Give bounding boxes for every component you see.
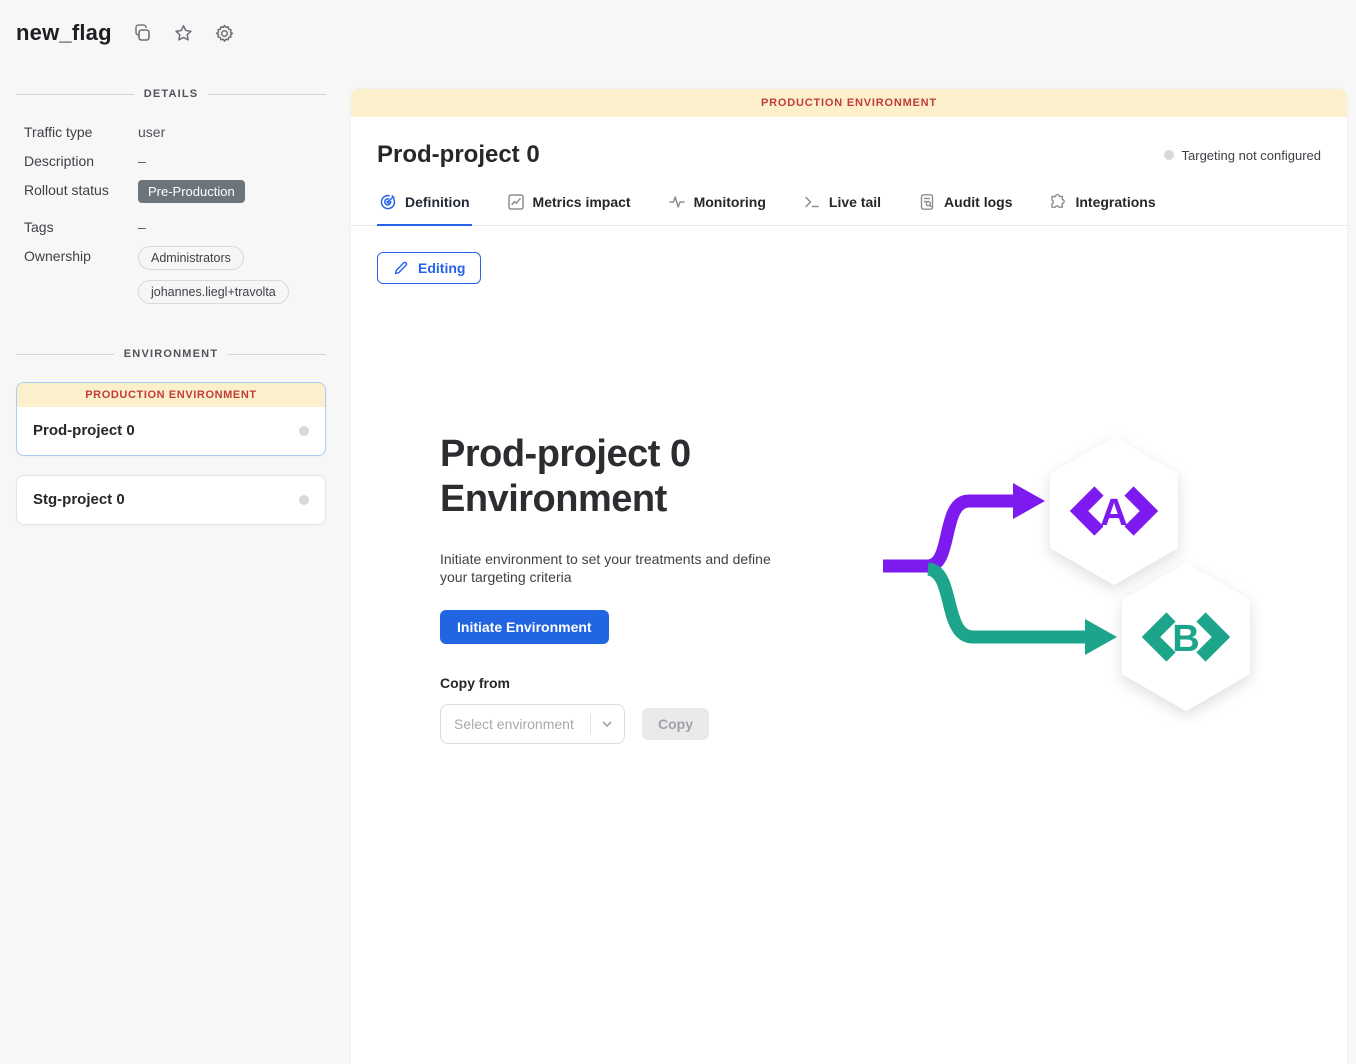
treatment-b-arrow [928, 569, 1117, 655]
copy-from-label: Copy from [440, 675, 815, 691]
production-environment-banner: PRODUCTION ENVIRONMENT [351, 89, 1347, 117]
production-environment-banner: PRODUCTION ENVIRONMENT [17, 383, 325, 407]
puzzle-icon [1049, 193, 1067, 211]
detail-label: Rollout status [24, 180, 138, 198]
copy-button[interactable]: Copy [642, 708, 709, 740]
pencil-icon [393, 260, 409, 276]
detail-label: Ownership [24, 246, 138, 264]
select-divider [590, 714, 591, 734]
star-icon[interactable] [173, 23, 194, 44]
select-placeholder: Select environment [454, 716, 586, 732]
tab-monitoring[interactable]: Monitoring [666, 189, 768, 225]
hero-description: Initiate environment to set your treatme… [440, 550, 798, 587]
hero-text-column: Prod-project 0 Environment Initiate envi… [440, 432, 815, 744]
editing-button-label: Editing [418, 260, 465, 276]
environment-title: Prod-project 0 [377, 141, 540, 169]
hero-title: Prod-project 0 Environment [440, 432, 815, 522]
chevron-down-icon [600, 717, 614, 731]
terminal-icon [803, 193, 821, 211]
environment-select[interactable]: Select environment [440, 704, 625, 744]
status-label: Targeting not configured [1182, 148, 1321, 163]
gear-icon[interactable] [214, 23, 235, 44]
tab-bar: Definition Metrics impact Monitoring [351, 189, 1347, 226]
main-header: Prod-project 0 Targeting not configured [351, 117, 1347, 189]
tab-label: Integrations [1075, 194, 1155, 210]
detail-row-tags: Tags – [24, 217, 326, 235]
env-card-body: Prod-project 0 [17, 407, 325, 455]
detail-label: Description [24, 151, 138, 169]
tab-label: Metrics impact [533, 194, 631, 210]
tab-label: Live tail [829, 194, 881, 210]
env-card-prod-project-0[interactable]: PRODUCTION ENVIRONMENT Prod-project 0 [16, 382, 326, 456]
detail-value: – [138, 151, 146, 169]
ownership-chips: Administrators johannes.liegl+travolta [138, 246, 289, 304]
status-dot [1164, 150, 1174, 160]
tab-label: Definition [405, 194, 470, 210]
detail-value: user [138, 122, 165, 140]
env-status-dot [299, 495, 309, 505]
detail-label: Traffic type [24, 122, 138, 140]
environment-section: ENVIRONMENT PRODUCTION ENVIRONMENT Prod-… [16, 348, 326, 525]
env-card-body: Stg-project 0 [17, 476, 325, 524]
tab-label: Audit logs [944, 194, 1012, 210]
target-icon [379, 193, 397, 211]
pulse-icon [668, 193, 686, 211]
owner-chip[interactable]: johannes.liegl+travolta [138, 280, 289, 304]
main-panel: PRODUCTION ENVIRONMENT Prod-project 0 Ta… [351, 89, 1347, 1064]
detail-row-ownership: Ownership Administrators johannes.liegl+… [24, 246, 326, 304]
environment-hero: Prod-project 0 Environment Initiate envi… [440, 432, 1347, 744]
targeting-status: Targeting not configured [1164, 148, 1321, 163]
rollout-status-badge: Pre-Production [138, 180, 245, 203]
ab-split-illustration: A B [873, 420, 1263, 744]
editing-button[interactable]: Editing [377, 252, 481, 284]
copy-from-controls: Select environment Copy [440, 704, 815, 744]
treatment-a-arrow [883, 483, 1045, 566]
chart-icon [507, 193, 525, 211]
env-status-dot [299, 426, 309, 436]
env-card-stg-project-0[interactable]: Stg-project 0 [16, 475, 326, 525]
details-section-title: DETAILS [144, 88, 199, 100]
environment-section-header: ENVIRONMENT [16, 348, 326, 360]
tab-audit-logs[interactable]: Audit logs [916, 189, 1014, 225]
detail-value: – [138, 217, 146, 235]
details-rows: Traffic type user Description – Rollout … [16, 122, 326, 304]
audit-log-icon [918, 193, 936, 211]
env-card-name: Stg-project 0 [33, 491, 125, 508]
sidebar: DETAILS Traffic type user Description – … [0, 80, 351, 1064]
treatment-a-letter: A [1100, 492, 1127, 534]
treatment-b-letter: B [1172, 618, 1199, 660]
initiate-environment-button[interactable]: Initiate Environment [440, 610, 609, 644]
env-card-name: Prod-project 0 [33, 422, 135, 439]
flag-header: new_flag [0, 0, 351, 46]
environment-section-title: ENVIRONMENT [124, 348, 218, 360]
detail-label: Tags [24, 217, 138, 235]
copy-name-icon[interactable] [132, 23, 153, 44]
owner-chip[interactable]: Administrators [138, 246, 244, 270]
tab-label: Monitoring [694, 194, 766, 210]
detail-row-traffic-type: Traffic type user [24, 122, 326, 140]
flag-title: new_flag [16, 20, 112, 46]
tab-definition[interactable]: Definition [377, 189, 472, 225]
detail-row-rollout-status: Rollout status Pre-Production [24, 180, 326, 203]
detail-row-description: Description – [24, 151, 326, 169]
tab-live-tail[interactable]: Live tail [801, 189, 883, 225]
tab-integrations[interactable]: Integrations [1047, 189, 1157, 225]
tab-metrics-impact[interactable]: Metrics impact [505, 189, 633, 225]
details-section-header: DETAILS [16, 88, 326, 100]
